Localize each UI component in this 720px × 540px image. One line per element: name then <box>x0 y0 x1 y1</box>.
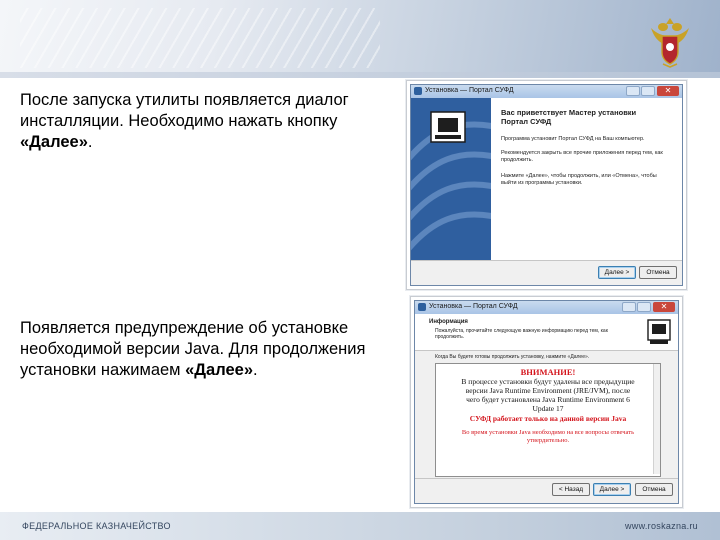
minimize-button[interactable] <box>622 302 636 312</box>
slide-footer: ФЕДЕРАЛЬНОЕ КАЗНАЧЕЙСТВО www.roskazna.ru <box>0 512 720 540</box>
info-title: Информация <box>429 319 468 325</box>
warning-body: В процессе установки будут удалены все п… <box>461 377 635 413</box>
separator <box>411 260 682 261</box>
warning-window: Установка — Портал СУФД ✕ Информация Пож… <box>414 300 679 504</box>
next-button[interactable]: Далее > <box>598 266 636 279</box>
instruction-text-2: Появляется предупреждение об установке н… <box>20 319 366 379</box>
window-title: Установка — Портал СУФД <box>425 87 514 94</box>
maximize-button[interactable] <box>637 302 651 312</box>
cancel-button[interactable]: Отмена <box>639 266 677 279</box>
minimize-button[interactable] <box>626 86 640 96</box>
next-highlight: «Далее» <box>20 133 88 151</box>
close-button[interactable]: ✕ <box>657 86 679 96</box>
warning-note: Во время установки Java необходимо на вс… <box>461 429 635 444</box>
warning-java-version: СУФД работает только на данной версии Ja… <box>469 414 627 423</box>
wizard-heading: Вас приветствует Мастер установки Портал… <box>501 108 637 126</box>
slide-header <box>0 0 720 78</box>
app-icon <box>414 87 422 95</box>
welcome-window: Установка — Портал СУФД ✕ Вас приветству… <box>410 84 683 286</box>
header-pattern <box>20 8 380 68</box>
info-subtitle: Пожалуйста, прочитайте следующую важную … <box>435 328 608 340</box>
next-button[interactable]: Далее > <box>593 483 631 496</box>
instruction-text-1: После запуска утилиты появляется диалог … <box>20 91 349 151</box>
info-header: Информация Пожалуйста, прочитайте следую… <box>415 314 678 351</box>
scrollbar[interactable] <box>653 364 660 474</box>
back-button[interactable]: < Назад <box>552 483 590 496</box>
wizard-side-panel <box>411 98 491 261</box>
header-band <box>0 72 720 78</box>
side-panel-pattern <box>411 111 491 251</box>
footer-website[interactable]: www.roskazna.ru <box>625 521 698 531</box>
next-highlight: «Далее» <box>185 361 254 379</box>
screenshot-java-warning: Установка — Портал СУФД ✕ Информация Пож… <box>410 296 683 508</box>
emblem-icon <box>651 18 689 68</box>
app-icon <box>418 303 426 311</box>
window-title: Установка — Портал СУФД <box>429 303 518 310</box>
footer-organization: ФЕДЕРАЛЬНОЕ КАЗНАЧЕЙСТВО <box>22 521 171 531</box>
wizard-content: Вас приветствует Мастер установки Портал… <box>491 98 682 261</box>
continue-prompt: Когда Вы будете готовы продолжить устано… <box>435 354 590 360</box>
title-bar: Установка — Портал СУФД ✕ <box>411 85 682 98</box>
separator <box>415 478 678 479</box>
cancel-button[interactable]: Отмена <box>635 483 673 496</box>
wizard-text-1: Программа установит Портал СУФД на Ваш к… <box>501 136 645 142</box>
close-button[interactable]: ✕ <box>653 302 675 312</box>
wizard-text-2: Рекомендуется закрыть все прочие приложе… <box>501 150 663 163</box>
installer-icon <box>647 319 671 344</box>
title-bar: Установка — Портал СУФД ✕ <box>415 301 678 314</box>
wizard-text-3: Нажмите «Далее», чтобы продолжить, или «… <box>501 173 657 186</box>
screenshot-welcome: Установка — Портал СУФД ✕ Вас приветству… <box>406 80 687 290</box>
maximize-button[interactable] <box>641 86 655 96</box>
warning-title: ВНИМАНИЕ! <box>520 367 576 377</box>
warning-textbox[interactable]: ВНИМАНИЕ! В процессе установки будут уда… <box>435 363 661 477</box>
